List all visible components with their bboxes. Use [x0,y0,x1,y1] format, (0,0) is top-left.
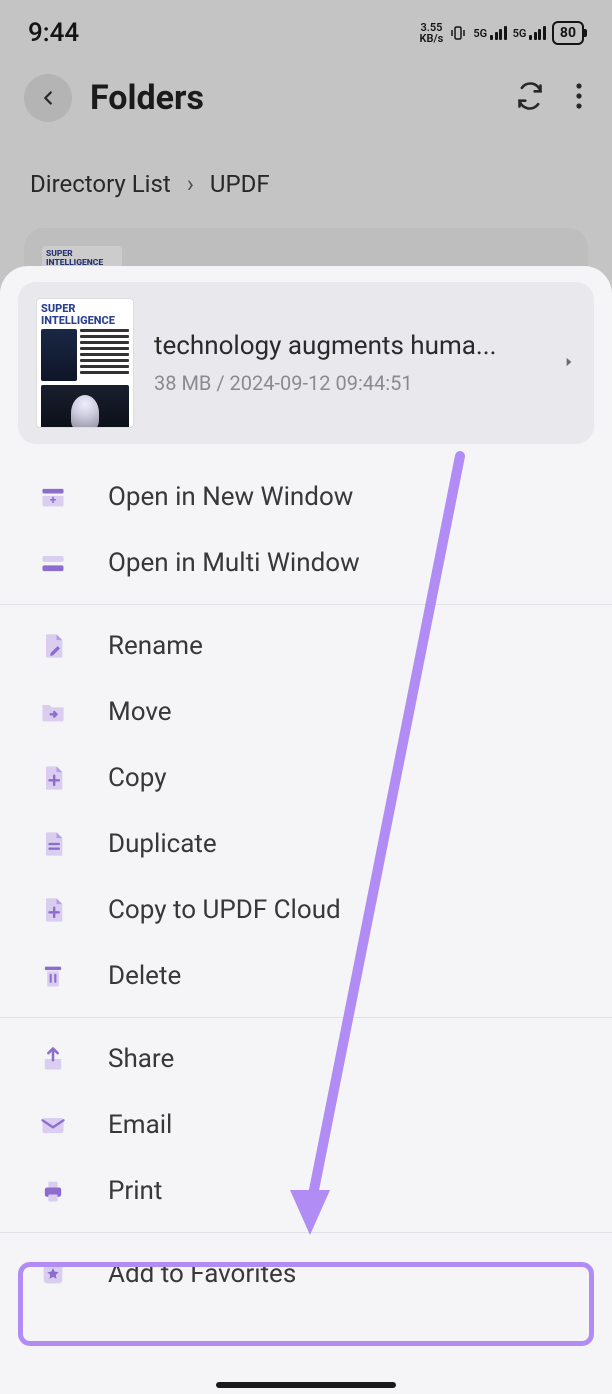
favorite-icon [38,1259,68,1289]
cloud-copy-icon [38,895,68,925]
share-icon [38,1044,68,1074]
menu-rename[interactable]: Rename [0,613,612,679]
menu-label: Add to Favorites [108,1259,296,1289]
menu-label: Copy [108,763,167,793]
battery-icon: 80 [552,21,584,45]
menu-open-new-window[interactable]: + Open in New Window [0,464,612,530]
menu-copy[interactable]: Copy [0,745,612,811]
duplicate-icon [38,829,68,859]
menu-email[interactable]: Email [0,1092,612,1158]
menu-label: Duplicate [108,829,217,859]
menu-share[interactable]: Share [0,1026,612,1092]
file-meta: 38 MB / 2024-09-12 09:44:51 [154,371,542,395]
breadcrumb-root[interactable]: Directory List [30,170,171,198]
copy-icon [38,763,68,793]
status-bar: 9:44 3.55 KB/s 5G 5G 80 [0,0,612,58]
menu-label: Open in New Window [108,482,353,512]
page-title: Folders [90,78,516,118]
print-icon [38,1176,68,1206]
menu-duplicate[interactable]: Duplicate [0,811,612,877]
file-thumbnail: SUPERINTELLIGENCE [36,298,134,428]
menu-label: Share [108,1044,174,1074]
svg-text:+: + [50,493,56,507]
menu-label: Print [108,1176,162,1206]
menu-list: + Open in New Window Open in Multi Windo… [0,462,612,1309]
home-indicator [216,1382,396,1388]
back-button[interactable] [24,74,72,122]
app-header: Folders [0,58,612,146]
new-window-icon: + [38,482,68,512]
delete-icon [38,961,68,991]
menu-print[interactable]: Print [0,1158,612,1224]
menu-label: Email [108,1110,172,1140]
rename-icon [38,631,68,661]
menu-label: Open in Multi Window [108,548,360,578]
menu-label: Move [108,697,172,727]
menu-label: Copy to UPDF Cloud [108,895,341,925]
divider [0,604,612,605]
menu-move[interactable]: Move [0,679,612,745]
menu-delete[interactable]: Delete [0,943,612,1009]
menu-open-multi-window[interactable]: Open in Multi Window [0,530,612,596]
multi-window-icon [38,548,68,578]
menu-label: Rename [108,631,203,661]
email-icon [38,1110,68,1140]
file-name: technology augments huma... [154,331,542,361]
menu-add-favorites[interactable]: Add to Favorites [0,1241,612,1307]
breadcrumb-current: UPDF [210,170,270,198]
menu-copy-cloud[interactable]: Copy to UPDF Cloud [0,877,612,943]
refresh-button[interactable] [516,82,544,114]
divider [0,1232,612,1233]
chevron-right-icon: › [187,170,194,198]
status-indicators: 3.55 KB/s 5G 5G 80 [420,21,584,45]
divider [0,1017,612,1018]
expand-arrow-icon[interactable] [562,354,576,373]
status-time: 9:44 [28,18,79,48]
move-icon [38,697,68,727]
file-header[interactable]: SUPERINTELLIGENCE technology augments hu… [18,282,594,444]
breadcrumb[interactable]: Directory List › UPDF [0,146,612,216]
menu-label: Delete [108,961,181,991]
more-button[interactable] [576,83,582,113]
action-sheet: SUPERINTELLIGENCE technology augments hu… [0,266,612,1394]
vibrate-icon [449,24,467,42]
